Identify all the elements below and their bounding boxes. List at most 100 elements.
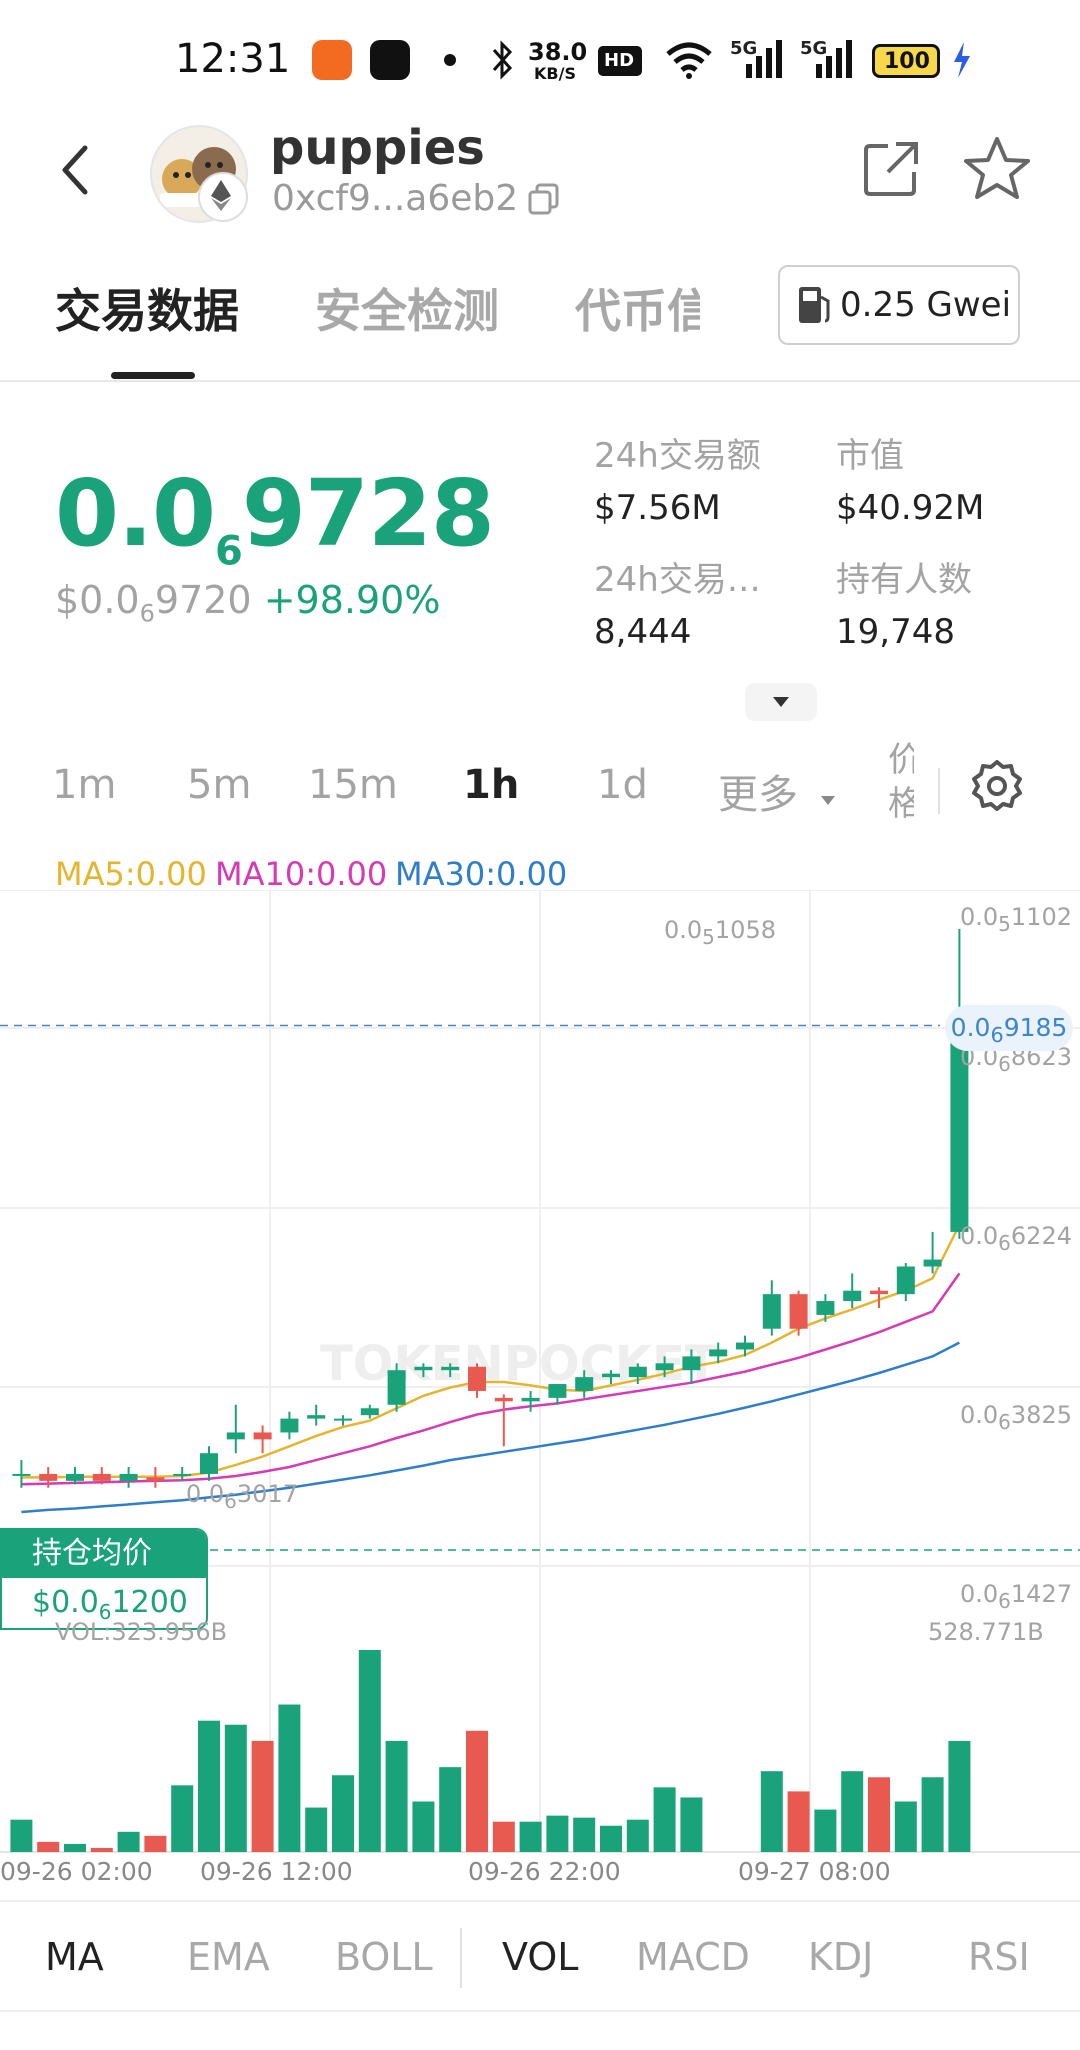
caret-down-icon <box>773 697 789 707</box>
candle-body <box>173 1473 192 1476</box>
volume-bar <box>626 1819 649 1852</box>
volume-bar <box>10 1819 33 1852</box>
candle-body <box>468 1366 486 1391</box>
indicator-tab-kdj[interactable]: KDJ <box>808 1935 873 1979</box>
gear-icon[interactable] <box>970 758 1024 812</box>
volume-bar <box>224 1724 247 1852</box>
volume-bar <box>600 1825 622 1852</box>
volume-bar <box>278 1704 301 1852</box>
tiktok-notification-icon <box>370 40 410 80</box>
chart-type-toggle[interactable]: 价格 <box>888 738 914 828</box>
volume-bar <box>385 1740 408 1852</box>
volume-bar <box>332 1775 354 1852</box>
indicator-tab-vol[interactable]: VOL <box>502 1935 578 1979</box>
candle-body <box>12 1473 31 1476</box>
candle-body <box>896 1266 915 1295</box>
bottom-divider <box>0 2010 1080 2012</box>
avg-cost-badge[interactable]: 持仓均价 $0.061200 <box>0 1528 208 1630</box>
current-price-tag: 0.069185 <box>945 1005 1073 1051</box>
indicator-tab-boll[interactable]: BOLL <box>335 1935 433 1979</box>
volume-max-label: 528.771B <box>928 1618 1044 1646</box>
bottom-tabs-separator <box>460 1928 462 1988</box>
indicator-tab-ema[interactable]: EMA <box>187 1935 270 1979</box>
stat-value-marketcap: $40.92M <box>836 488 985 528</box>
candle-body <box>307 1415 326 1419</box>
volume-bar <box>573 1817 596 1852</box>
share-icon[interactable] <box>862 138 922 198</box>
interval-1d[interactable]: 1d <box>597 762 648 808</box>
volume-bar <box>894 1801 917 1852</box>
volume-bar <box>37 1841 60 1852</box>
tab-security-check[interactable]: 安全检测 <box>315 275 499 341</box>
fuel-pump-icon <box>799 287 830 323</box>
candle-body <box>762 1294 781 1329</box>
copy-icon[interactable] <box>527 182 561 216</box>
wifi-icon <box>666 42 712 79</box>
interval-5m[interactable]: 5m <box>187 762 251 808</box>
volume-bar <box>198 1720 220 1852</box>
volume-bar <box>358 1650 381 1852</box>
battery-icon: 100 <box>872 44 940 78</box>
time-label-3: 09-26 22:00 <box>468 1857 621 1886</box>
stat-value-tx-count: 8,444 <box>594 612 692 652</box>
charging-icon <box>954 42 970 78</box>
candle-body <box>334 1418 352 1421</box>
interval-more-label: 更多 <box>718 772 798 818</box>
candle-body <box>146 1477 165 1481</box>
volume-bar <box>814 1809 837 1852</box>
indicator-tab-ma[interactable]: MA <box>45 1935 104 1979</box>
time-label-2: 09-26 12:00 <box>200 1857 353 1886</box>
token-address: 0xcf9...a6eb2 <box>272 178 519 219</box>
volume-bar <box>546 1815 569 1852</box>
volume-bar <box>251 1740 274 1852</box>
candle-body <box>280 1418 299 1433</box>
tab-token-info-clip: 代币信 <box>575 265 700 335</box>
candle-body <box>360 1408 379 1416</box>
candle-body <box>870 1290 888 1295</box>
battery-level: 100 <box>884 49 930 74</box>
candle-body <box>414 1366 433 1371</box>
price-axis-label-1: 0.051102 <box>960 903 1072 936</box>
candle-body <box>92 1473 111 1481</box>
volume-bar <box>868 1777 890 1852</box>
price-axis-label-4: 0.063825 <box>960 1401 1072 1434</box>
candle-body <box>843 1290 862 1302</box>
candle-body <box>709 1349 728 1357</box>
tab-trade-data[interactable]: 交易数据 <box>55 275 239 341</box>
status-time: 12:31 <box>175 36 291 82</box>
signal-2-icon: 5G <box>800 38 856 78</box>
volume-bar <box>519 1821 542 1852</box>
expand-stats-button[interactable] <box>745 683 817 721</box>
candle-body <box>575 1377 594 1391</box>
candle-body <box>602 1373 620 1378</box>
interval-15m[interactable]: 15m <box>308 762 398 808</box>
signal-1-label: 5G <box>730 38 758 59</box>
volume-bar <box>117 1831 140 1852</box>
candle-body <box>119 1473 138 1481</box>
interval-1h[interactable]: 1h <box>463 762 519 808</box>
stat-label-marketcap: 市值 <box>836 436 904 476</box>
ethereum-icon <box>198 172 248 222</box>
volume-bar <box>171 1785 194 1852</box>
candle-body <box>655 1363 674 1371</box>
gas-button[interactable]: 0.25 Gwei <box>778 265 1020 345</box>
indicator-tab-macd[interactable]: MACD <box>636 1935 750 1979</box>
volume-bar <box>680 1797 703 1852</box>
volume-bar <box>305 1807 328 1852</box>
usd-price: $0.069720 +98.90% <box>55 578 441 628</box>
kline-chart[interactable]: TOKENPOCKET <box>0 890 1080 1890</box>
volume-bar <box>466 1730 488 1852</box>
hd-badge-label: HD <box>604 50 635 71</box>
indicator-tab-rsi[interactable]: RSI <box>968 1935 1030 1979</box>
candle-body <box>200 1453 218 1474</box>
tab-token-info[interactable]: 代币信 <box>575 275 700 335</box>
interval-1m[interactable]: 1m <box>52 762 116 808</box>
interval-more[interactable]: 更多 <box>718 762 837 820</box>
stat-value-holders: 19,748 <box>836 612 955 652</box>
back-arrow-icon[interactable] <box>55 140 95 200</box>
volume-bar <box>144 1835 167 1852</box>
app-notification-icon <box>312 40 352 80</box>
star-icon[interactable] <box>962 134 1032 204</box>
gas-price-label: 0.25 Gwei <box>840 285 1012 325</box>
volume-bar <box>412 1801 435 1852</box>
